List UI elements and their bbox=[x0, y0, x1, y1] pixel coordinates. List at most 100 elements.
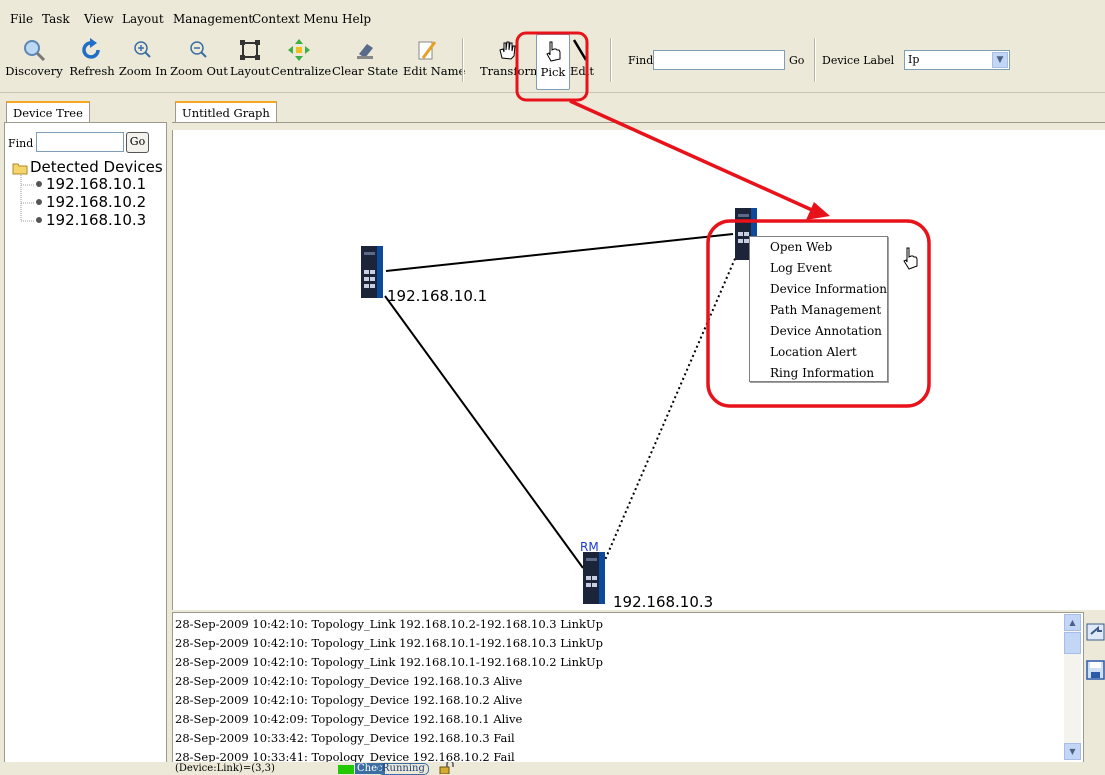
zoom-out-icon bbox=[190, 41, 207, 58]
menu-layout[interactable]: Layout bbox=[122, 12, 164, 26]
refresh-icon bbox=[82, 38, 100, 59]
menu-management[interactable]: Management bbox=[173, 12, 253, 26]
hand-cursor-icon bbox=[903, 247, 918, 270]
menu-help[interactable]: Help bbox=[342, 12, 371, 26]
ctx-log-event[interactable]: Log Event bbox=[770, 261, 832, 275]
device-label-10-3: 192.168.10.3 bbox=[613, 593, 714, 611]
zoom-out-label: Zoom Out bbox=[170, 64, 228, 78]
device-label-label: Device Label bbox=[822, 54, 895, 67]
menu-task[interactable]: Task bbox=[42, 12, 70, 26]
layout-label: Layout bbox=[230, 64, 270, 78]
pointer-hand-icon bbox=[546, 41, 561, 62]
menu-context-menu[interactable]: Context Menu bbox=[252, 12, 338, 26]
switch-device-icon[interactable] bbox=[357, 244, 385, 300]
status-light bbox=[338, 765, 354, 774]
edit-label: Edit bbox=[570, 64, 595, 78]
pencil-icon bbox=[418, 41, 437, 60]
log-scrollbar[interactable]: ▲ ▼ bbox=[1064, 614, 1081, 760]
transform-label: Transform bbox=[480, 64, 541, 78]
centralize-icon bbox=[288, 39, 310, 61]
folder-icon bbox=[12, 163, 28, 175]
scroll-up-icon[interactable]: ▲ bbox=[1064, 614, 1081, 631]
switch-device-icon[interactable] bbox=[579, 550, 607, 606]
pick-label: Pick bbox=[540, 65, 566, 79]
tree-find-label: Find bbox=[8, 137, 34, 150]
tree-go-button[interactable]: Go bbox=[126, 132, 149, 153]
menu-view[interactable]: View bbox=[84, 12, 114, 26]
zoom-out-button[interactable]: Zoom Out bbox=[170, 34, 228, 88]
centralize-label: Centralize bbox=[271, 64, 332, 78]
refresh-button[interactable]: Refresh bbox=[68, 34, 116, 88]
bullet-icon bbox=[36, 181, 42, 187]
clear-state-label: Clear State bbox=[331, 64, 399, 78]
device-label-10-1: 192.168.10.1 bbox=[387, 287, 488, 305]
toolbar-separator bbox=[462, 38, 464, 82]
ctx-ring-information[interactable]: Ring Information bbox=[770, 366, 874, 380]
link-10-1-to-10-3[interactable] bbox=[384, 295, 584, 569]
scroll-thumb[interactable] bbox=[1064, 632, 1081, 654]
log-line: 28-Sep-2009 10:33:42: Topology_Device 19… bbox=[175, 731, 515, 745]
link-10-2-to-10-3[interactable] bbox=[604, 253, 738, 561]
ctx-path-management[interactable]: Path Management bbox=[770, 303, 881, 317]
edit-line-icon bbox=[572, 39, 588, 61]
find-go-button[interactable]: Go bbox=[789, 54, 804, 67]
menu-file[interactable]: File bbox=[10, 12, 33, 26]
tree-item-device[interactable]: 192.168.10.1 bbox=[46, 175, 146, 193]
edit-name-label: Edit Name bbox=[403, 64, 466, 78]
topology-links bbox=[384, 233, 738, 569]
ctx-location-alert[interactable]: Location Alert bbox=[770, 345, 857, 359]
pick-button[interactable]: Pick bbox=[536, 34, 570, 90]
toolbar-separator bbox=[814, 38, 816, 82]
tree-item-device[interactable]: 192.168.10.2 bbox=[46, 193, 146, 211]
device-label-value: Ip bbox=[908, 53, 920, 66]
eraser-icon bbox=[357, 44, 373, 59]
running-status: Running bbox=[378, 763, 429, 775]
toolbar: Discovery Refresh Zoom In Zoom Out Layou… bbox=[0, 30, 1105, 93]
tab-untitled-graph[interactable]: Untitled Graph bbox=[175, 101, 277, 122]
bullet-icon bbox=[36, 217, 42, 223]
hand-icon bbox=[499, 41, 516, 60]
log-line: 28-Sep-2009 10:42:10: Topology_Link 192.… bbox=[175, 655, 604, 669]
centralize-button[interactable]: Centralize bbox=[271, 34, 332, 88]
log-line: 28-Sep-2009 10:42:10: Topology_Device 19… bbox=[175, 693, 523, 707]
tab-device-tree[interactable]: Device Tree bbox=[6, 101, 90, 122]
toolbar-separator bbox=[610, 38, 612, 82]
bullet-icon bbox=[36, 199, 42, 205]
ctx-open-web[interactable]: Open Web bbox=[770, 240, 832, 254]
log-line: 28-Sep-2009 10:42:09: Topology_Device 19… bbox=[175, 712, 523, 726]
tree-find-input[interactable] bbox=[36, 132, 124, 152]
device-label-select[interactable]: Ip ▼ bbox=[904, 50, 1010, 70]
transform-button[interactable]: Transform bbox=[480, 34, 541, 88]
refresh-label: Refresh bbox=[69, 64, 115, 78]
layout-button[interactable]: Layout bbox=[230, 34, 270, 88]
link-10-1-to-10-2[interactable] bbox=[385, 233, 734, 272]
discovery-button[interactable]: Discovery bbox=[2, 34, 66, 88]
chevron-down-icon[interactable]: ▼ bbox=[992, 52, 1008, 68]
log-line: 28-Sep-2009 10:42:10: Topology_Link 192.… bbox=[175, 636, 604, 650]
clear-state-button[interactable]: Clear State bbox=[329, 34, 401, 88]
magnifier-icon bbox=[24, 40, 46, 62]
layout-icon bbox=[240, 40, 260, 60]
save-log-icon[interactable] bbox=[1086, 660, 1105, 680]
edit-button[interactable]: Edit bbox=[570, 34, 594, 88]
log-line: 28-Sep-2009 10:42:10: Topology_Link 192.… bbox=[175, 617, 604, 631]
ctx-device-annotation[interactable]: Device Annotation bbox=[770, 324, 882, 338]
tree-item-device[interactable]: 192.168.10.3 bbox=[46, 211, 146, 229]
export-log-icon[interactable] bbox=[1086, 622, 1105, 642]
zoom-in-button[interactable]: Zoom In bbox=[118, 34, 168, 88]
status-counts: (Device:Link)=(3,3) bbox=[175, 763, 275, 774]
edit-name-button[interactable]: Edit Name bbox=[403, 34, 466, 88]
discovery-label: Discovery bbox=[5, 64, 63, 78]
scroll-down-icon[interactable]: ▼ bbox=[1064, 743, 1081, 760]
lock-icon bbox=[439, 762, 454, 774]
device-tree-panel: Find Go Detected Devices 192.168.10.1 19… bbox=[4, 122, 167, 764]
find-label: Find bbox=[628, 54, 654, 67]
ctx-device-information[interactable]: Device Information bbox=[770, 282, 887, 296]
event-log-panel[interactable]: 28-Sep-2009 10:42:10: Topology_Link 192.… bbox=[172, 612, 1084, 764]
graph-tab-strip bbox=[172, 100, 1105, 124]
log-line: 28-Sep-2009 10:42:10: Topology_Device 19… bbox=[175, 674, 523, 688]
tree-root-detected-devices[interactable]: Detected Devices bbox=[30, 158, 163, 176]
topology-graph-canvas[interactable]: 192.168.10.1 RM 192.168.10.3 bbox=[172, 130, 1105, 611]
zoom-in-label: Zoom In bbox=[118, 64, 168, 78]
find-input[interactable] bbox=[653, 50, 785, 70]
